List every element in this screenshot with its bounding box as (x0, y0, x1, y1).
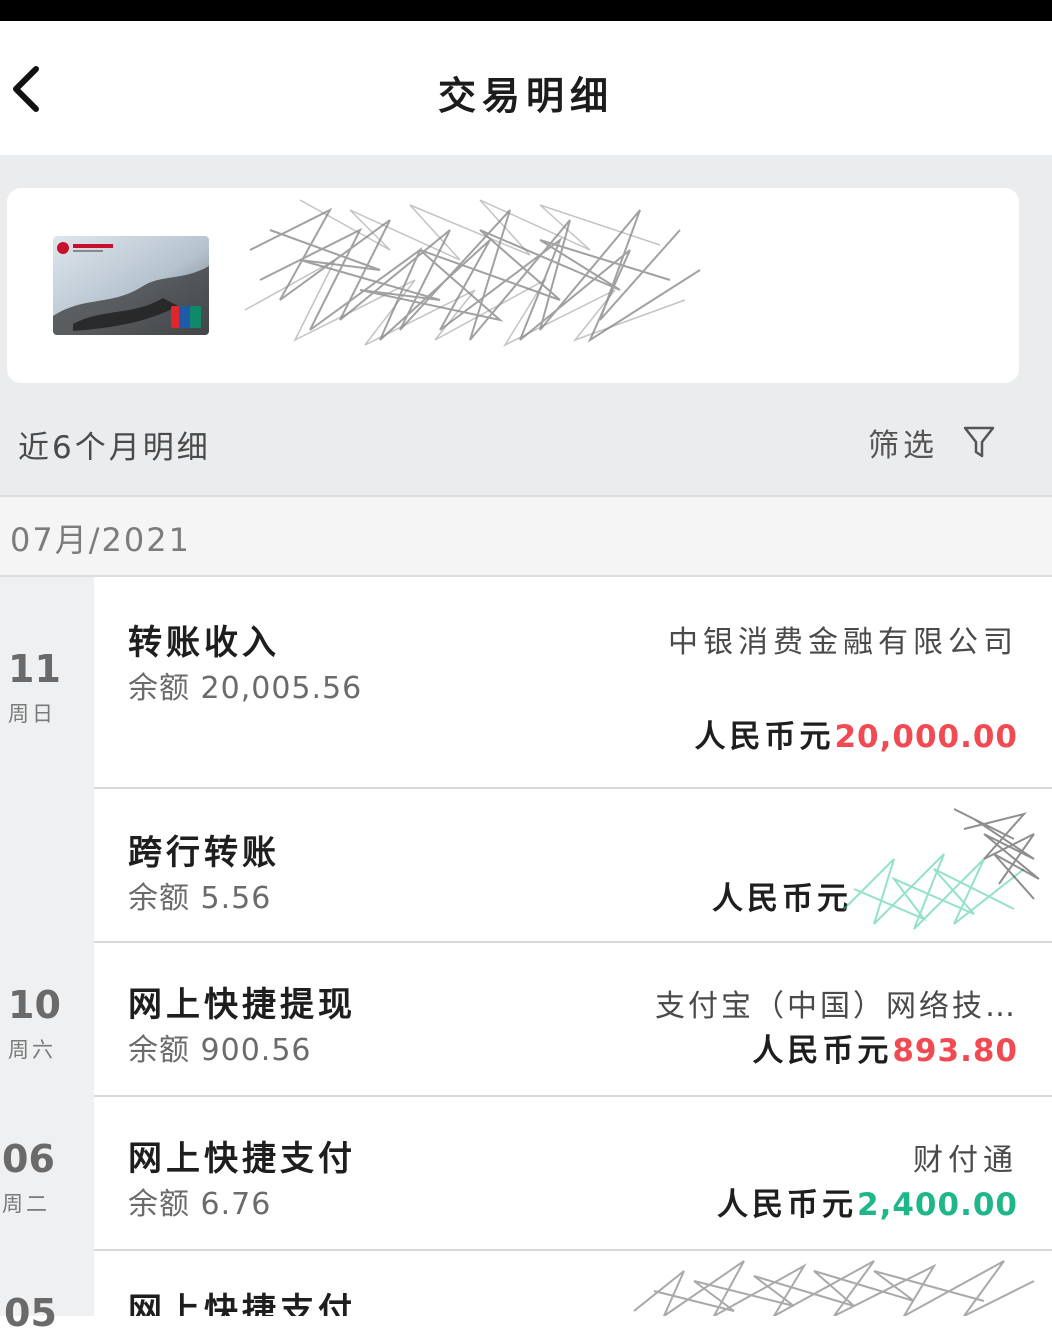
redaction-scribble (843, 808, 1040, 930)
date-weekday: 周日 (8, 702, 56, 726)
page-title: 交易明细 (437, 74, 614, 118)
transaction-counterparty: 中银消费金融有限公司 (668, 625, 1018, 660)
currency-label: 人民币元 (752, 1033, 893, 1069)
transaction-title: 网上快捷支付 (128, 1291, 356, 1316)
transaction-amount: 人民币元20,000.00 (694, 711, 1018, 756)
date-group: 10 周六 (8, 986, 94, 1064)
filter-funnel-icon (963, 426, 995, 458)
transaction-title: 网上快捷提现 (128, 985, 356, 1025)
date-weekday: 周六 (8, 1038, 56, 1062)
transaction-amount: 人民币元 (712, 873, 852, 918)
transaction-title: 跨行转账 (128, 833, 280, 873)
transaction-row[interactable]: 跨行转账 余额 5.56 人民币元 (94, 789, 1052, 941)
status-bar (0, 0, 1052, 21)
date-day: 05 (4, 1291, 57, 1335)
date-group: 11 周日 (8, 650, 94, 728)
transaction-row[interactable]: 网上快捷支付 余额 6.76 财付通 人民币元2,400.00 (94, 1097, 1052, 1249)
currency-label: 人民币元 (717, 1187, 858, 1223)
redaction-scribble (633, 1260, 1035, 1316)
transaction-title: 转账收入 (128, 623, 280, 663)
transaction-amount: 人民币元2,400.00 (717, 1179, 1018, 1224)
transaction-title: 网上快捷支付 (128, 1139, 356, 1179)
redaction-scribble (244, 199, 701, 347)
transaction-counterparty: 支付宝（中国）网络技… (655, 989, 1018, 1024)
currency-label: 人民币元 (694, 719, 835, 755)
amount-value: 20,000.00 (834, 719, 1018, 755)
transaction-amount: 人民币元893.80 (752, 1025, 1018, 1070)
month-label: 07月/2021 (10, 521, 191, 559)
transaction-row[interactable]: 网上快捷提现 余额 900.56 支付宝（中国）网络技… 人民币元893.80 (94, 943, 1052, 1095)
date-group: 05 (4, 1294, 90, 1342)
amount-value: 2,400.00 (857, 1187, 1018, 1223)
date-day: 10 (8, 983, 61, 1027)
nav-bar: 交易明细 (0, 21, 1052, 155)
date-day: 11 (8, 647, 61, 691)
filter-button[interactable]: 筛选 (868, 420, 996, 464)
transaction-balance: 余额 5.56 (128, 881, 272, 916)
date-day: 06 (2, 1137, 55, 1181)
transaction-counterparty: 财付通 (913, 1143, 1018, 1178)
transaction-row[interactable]: 网上快捷支付 (94, 1251, 1052, 1316)
month-header: 07月/2021 (0, 495, 1052, 577)
date-weekday: 周二 (2, 1192, 50, 1216)
amount-value: 893.80 (892, 1033, 1018, 1069)
period-label: 近6个月明细 (18, 430, 211, 466)
bank-card-icon (53, 236, 209, 335)
date-group: 06 周二 (2, 1140, 88, 1218)
filter-label: 筛选 (868, 427, 938, 464)
transaction-balance: 余额 6.76 (128, 1187, 272, 1222)
currency-label: 人民币元 (712, 881, 852, 917)
transaction-balance: 余额 20,005.56 (128, 671, 363, 706)
transaction-row[interactable]: 转账收入 余额 20,005.56 中银消费金融有限公司 人民币元20,000.… (94, 577, 1052, 787)
transaction-balance: 余额 900.56 (128, 1033, 312, 1068)
